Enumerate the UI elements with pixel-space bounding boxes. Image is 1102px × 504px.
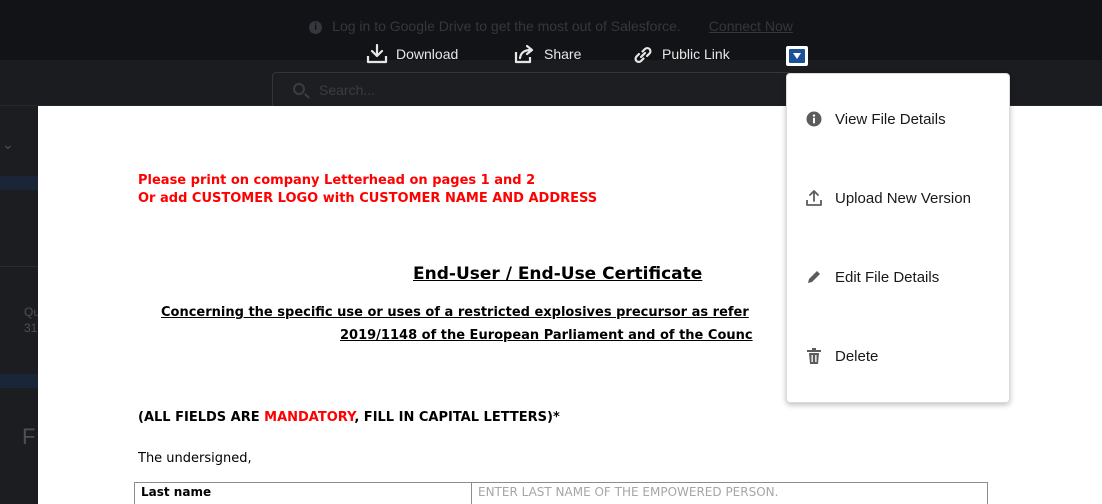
mandatory-word: MANDATORY	[264, 410, 355, 425]
menu-item-edit-file-details[interactable]: Edit File Details	[787, 257, 1009, 297]
file-preview-toolbar: Download Share Public Link	[0, 42, 1102, 68]
public-link-label: Public Link	[662, 46, 730, 62]
share-button[interactable]: Share	[514, 42, 581, 66]
person-fields-table: Last name ENTER LAST NAME OF THE EMPOWER…	[134, 482, 988, 504]
mandatory-notice: (ALL FIELDS ARE MANDATORY, FILL IN CAPIT…	[138, 410, 560, 425]
document-title: End-User / End-Use Certificate	[413, 264, 703, 284]
more-actions-menu: View File Details Upload New Version Edi…	[786, 73, 1010, 403]
divider	[0, 266, 38, 267]
public-link-button[interactable]: Public Link	[632, 42, 730, 66]
letterhead-note-line2: Or add CUSTOMER LOGO with CUSTOMER NAME …	[138, 191, 598, 206]
table-row: Last name ENTER LAST NAME OF THE EMPOWER…	[134, 482, 988, 504]
download-button[interactable]: Download	[366, 42, 458, 66]
document-subtitle-line1: Concerning the specific use or uses of a…	[161, 305, 749, 320]
share-label: Share	[544, 46, 582, 62]
background-band	[0, 176, 38, 190]
share-icon	[514, 44, 534, 64]
google-drive-notice: i Log in to Google Drive to get the most …	[0, 18, 1102, 34]
global-search-input[interactable]: Search...	[272, 72, 792, 108]
menu-item-label: Delete	[835, 347, 879, 365]
trash-icon	[805, 347, 823, 365]
letterhead-note-line1: Please print on company Letterhead on pa…	[138, 173, 536, 188]
link-icon	[634, 46, 652, 64]
search-icon	[293, 83, 305, 95]
notice-text: Log in to Google Drive to get the most o…	[332, 18, 681, 34]
mandatory-prefix: (ALL FIELDS ARE	[138, 410, 265, 425]
menu-item-view-file-details[interactable]: View File Details	[787, 99, 1009, 139]
caret-down-icon	[789, 49, 805, 63]
download-icon	[366, 44, 388, 64]
connect-now-link[interactable]: Connect Now	[709, 18, 793, 34]
search-placeholder: Search...	[319, 82, 376, 98]
background-band	[0, 374, 38, 388]
field-label: Last name	[134, 482, 472, 504]
info-icon	[805, 110, 823, 128]
field-value: ENTER LAST NAME OF THE EMPOWERED PERSON.	[471, 482, 988, 504]
letterhead-note: Please print on company Letterhead on pa…	[138, 172, 597, 208]
mandatory-suffix: , FILL IN CAPITAL LETTERS)*	[354, 410, 560, 425]
chevron-down-icon: ⌄	[2, 136, 14, 152]
background-record-panel: ⌄ Qu 31 F	[0, 106, 40, 504]
menu-item-delete[interactable]: Delete	[787, 336, 1009, 376]
document-subtitle-line2: 2019/1148 of the European Parliament and…	[340, 328, 753, 343]
download-label: Download	[396, 46, 459, 62]
menu-item-label: View File Details	[835, 110, 946, 128]
pencil-icon	[805, 268, 823, 286]
undersigned-text: The undersigned,	[138, 451, 252, 466]
more-actions-button[interactable]	[786, 46, 808, 66]
menu-item-upload-new-version[interactable]: Upload New Version	[787, 178, 1009, 218]
menu-item-label: Upload New Version	[835, 189, 971, 207]
upload-icon	[805, 189, 823, 207]
menu-item-label: Edit File Details	[835, 268, 940, 286]
background-heading: F	[22, 424, 36, 449]
info-icon: i	[309, 21, 323, 34]
